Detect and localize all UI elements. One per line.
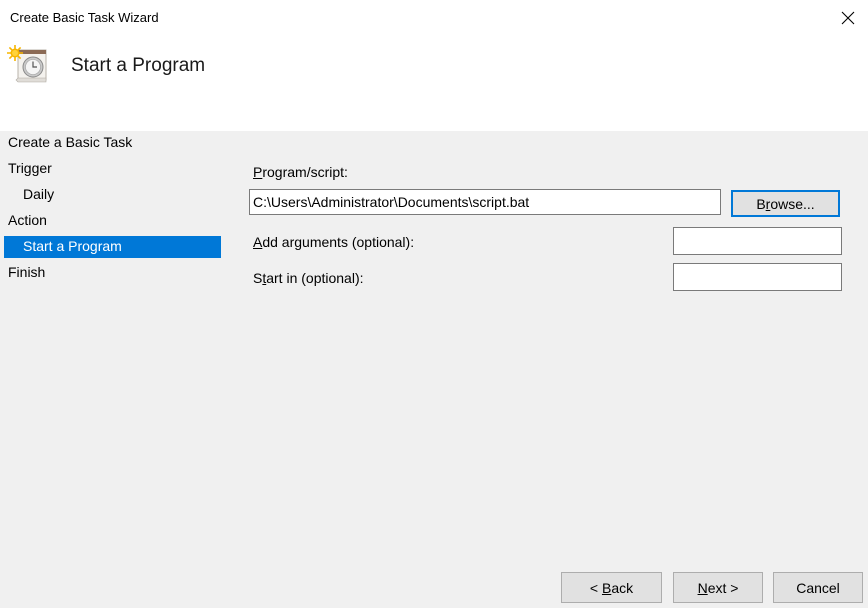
add-arguments-input[interactable] [673,227,842,255]
step-start-a-program: Start a Program [4,236,221,258]
start-in-label: Start in (optional): [253,270,364,286]
add-arguments-label: Add arguments (optional): [253,234,415,250]
step-trigger: Trigger [8,160,52,176]
back-button[interactable]: < Back [561,572,662,603]
cancel-button[interactable]: Cancel [773,572,863,603]
wizard-header: Create Basic Task Wizard Start a Program [0,0,868,131]
window-title: Create Basic Task Wizard [10,10,159,25]
close-icon [841,11,855,25]
step-action: Action [8,212,47,228]
step-finish: Finish [8,264,46,280]
task-scheduler-clock-icon [7,45,47,83]
browse-button[interactable]: Br owse... [731,190,840,217]
next-button[interactable]: Next > [673,572,763,603]
start-in-input[interactable] [673,263,842,291]
step-daily: Daily [23,186,55,202]
program-script-label: Program/script: [253,164,348,180]
close-button[interactable] [832,4,864,32]
program-script-input[interactable] [249,189,721,215]
step-create-basic-task: Create a Basic Task [8,134,133,150]
page-title: Start a Program [71,55,206,76]
